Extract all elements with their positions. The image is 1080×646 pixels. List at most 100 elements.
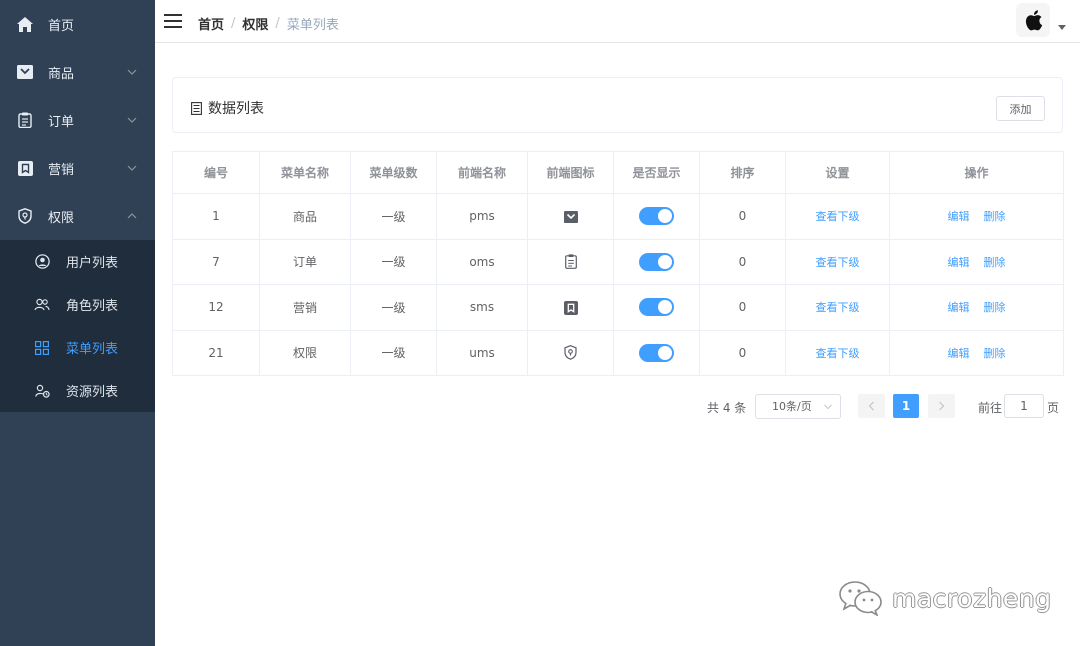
view-children-link[interactable]: 查看下级 (816, 301, 860, 314)
breadcrumb-permission[interactable]: 权限 (242, 14, 268, 33)
cell-sort: 0 (699, 238, 786, 285)
toggle-knob (658, 300, 672, 315)
edit-link[interactable]: 编辑 (948, 256, 970, 269)
column-header: 菜单名称 (259, 151, 351, 194)
sidebar-item-order[interactable]: 订单 (0, 96, 155, 144)
cell-settings: 查看下级 (785, 284, 890, 331)
edit-link[interactable]: 编辑 (948, 347, 970, 360)
cell-front-name: sms (436, 284, 528, 331)
delete-link[interactable]: 删除 (984, 301, 1006, 314)
cell-level: 一级 (350, 284, 437, 331)
marketing-icon (17, 160, 33, 176)
show-toggle[interactable] (639, 207, 674, 226)
cell-front-icon (527, 193, 614, 240)
sidebar-item-label: 权限 (48, 210, 75, 226)
cell-settings: 查看下级 (785, 329, 890, 376)
sidebar-item-label: 首页 (48, 18, 75, 34)
chevron-down-icon (824, 404, 832, 410)
show-toggle[interactable] (639, 298, 674, 317)
sidebar-item-user-list[interactable]: 用户列表 (0, 240, 155, 283)
view-children-link[interactable]: 查看下级 (816, 347, 860, 360)
show-toggle[interactable] (639, 252, 674, 271)
chevron-down-icon (127, 165, 137, 171)
table-row: 21 权限 一级 ums 0 查看下级 编辑 删除 (172, 329, 1064, 376)
avatar[interactable] (1016, 3, 1050, 37)
permission-icon (564, 345, 577, 361)
goto-page-input[interactable] (1004, 394, 1044, 418)
sidebar-item-label: 菜单列表 (66, 342, 119, 357)
sidebar-item-menu-list[interactable]: 菜单列表 (0, 326, 155, 369)
cell-level: 一级 (350, 329, 437, 376)
chevron-up-icon (127, 213, 137, 219)
card-title: 数据列表 (191, 98, 264, 118)
cell-front-name: pms (436, 193, 528, 240)
toggle-knob (658, 254, 672, 269)
watermark-text: macrozheng (892, 583, 1052, 613)
column-header: 菜单级数 (350, 151, 437, 194)
order-icon (564, 254, 577, 270)
menu-table: 编号 菜单名称 菜单级数 前端名称 前端图标 是否显示 排序 设置 操作 1 商… (172, 151, 1064, 376)
cell-front-name: ums (436, 329, 528, 376)
delete-link[interactable]: 删除 (984, 256, 1006, 269)
marketing-icon (563, 300, 578, 315)
edit-link[interactable]: 编辑 (948, 301, 970, 314)
sidebar-item-label: 营销 (48, 162, 75, 178)
breadcrumb-separator: / (275, 16, 280, 31)
prev-page-button[interactable] (858, 394, 885, 418)
cell-id: 21 (172, 329, 260, 376)
sidebar-item-label: 订单 (48, 114, 75, 130)
column-header: 排序 (699, 151, 786, 194)
pagination-total: 共 4 条 (707, 401, 747, 415)
view-children-link[interactable]: 查看下级 (816, 210, 860, 223)
table-row: 7 订单 一级 oms 0 查看下级 编辑 删除 (172, 238, 1064, 285)
column-header: 设置 (785, 151, 890, 194)
delete-link[interactable]: 删除 (984, 347, 1006, 360)
breadcrumb-separator: / (231, 16, 236, 31)
cell-sort: 0 (699, 193, 786, 240)
column-header: 编号 (172, 151, 260, 194)
chevron-down-icon (127, 117, 137, 123)
cell-actions: 编辑 删除 (889, 284, 1064, 331)
page-size-select[interactable]: 10条/页 (755, 394, 841, 419)
breadcrumb-current: 菜单列表 (286, 18, 339, 33)
cell-level: 一级 (350, 193, 437, 240)
table-header-row: 编号 菜单名称 菜单级数 前端名称 前端图标 是否显示 排序 设置 操作 (172, 151, 1064, 194)
product-icon (17, 64, 33, 80)
cell-id: 1 (172, 193, 260, 240)
cell-level: 一级 (350, 238, 437, 285)
cell-front-icon (527, 329, 614, 376)
page-number-button[interactable]: 1 (893, 394, 919, 418)
view-children-link[interactable]: 查看下级 (816, 256, 860, 269)
sidebar-item-label: 商品 (48, 66, 75, 82)
show-toggle[interactable] (639, 343, 674, 362)
cell-sort: 0 (699, 284, 786, 331)
sidebar-item-marketing[interactable]: 营销 (0, 144, 155, 192)
sidebar-item-role-list[interactable]: 角色列表 (0, 283, 155, 326)
role-icon (34, 297, 50, 313)
caret-down-icon[interactable] (1058, 25, 1066, 31)
delete-link[interactable]: 删除 (984, 210, 1006, 223)
add-button[interactable]: 添加 (996, 96, 1045, 121)
hamburger-icon[interactable] (164, 13, 182, 29)
card-title-text: 数据列表 (208, 101, 264, 117)
cell-show (613, 193, 700, 240)
cell-front-name: oms (436, 238, 528, 285)
list-icon (191, 101, 202, 115)
sidebar-item-product[interactable]: 商品 (0, 48, 155, 96)
chevron-down-icon (127, 69, 137, 75)
column-header: 操作 (889, 151, 1064, 194)
sidebar-item-home[interactable]: 首页 (0, 0, 155, 48)
table-row: 1 商品 一级 pms 0 查看下级 编辑 删除 (172, 193, 1064, 240)
breadcrumb-home[interactable]: 首页 (198, 14, 224, 33)
wechat-logo-icon (839, 581, 882, 616)
sidebar-item-label: 角色列表 (66, 299, 119, 314)
user-icon (34, 254, 50, 270)
edit-link[interactable]: 编辑 (948, 210, 970, 223)
next-page-button[interactable] (928, 394, 955, 418)
sidebar-item-permission[interactable]: 权限 (0, 192, 155, 240)
cell-name: 商品 (259, 193, 351, 240)
pagination: 共 4 条 10条/页 1 前往 页 (0, 394, 1080, 420)
cell-actions: 编辑 删除 (889, 193, 1064, 240)
permission-submenu: 用户列表 角色列表 菜单列表 资源列表 (0, 240, 155, 412)
cell-show (613, 329, 700, 376)
